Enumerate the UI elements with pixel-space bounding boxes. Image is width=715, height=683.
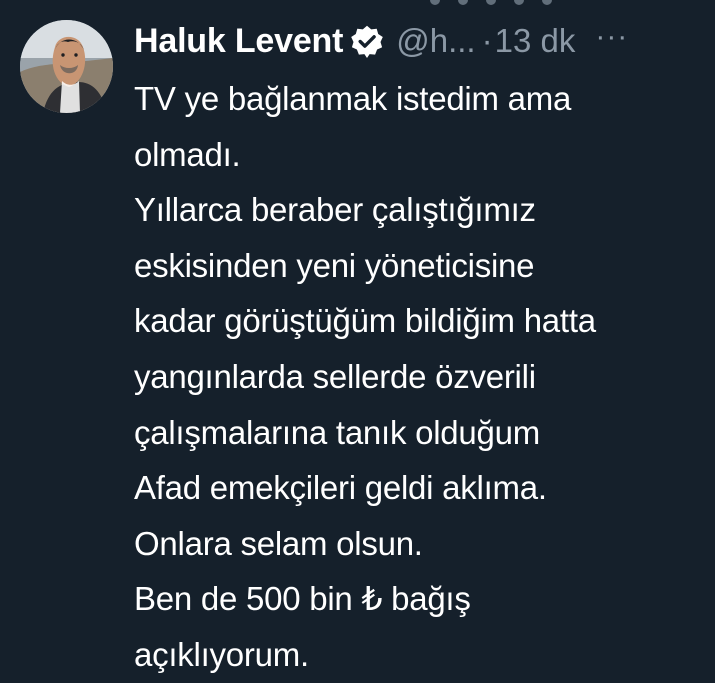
tweet-text: TV ye bağlanmak istedim ama olmadı. Yıll… — [134, 71, 694, 683]
tweet-text-line: yangınlarda sellerde özverili — [134, 357, 536, 395]
verified-badge-icon — [350, 24, 384, 58]
tweet[interactable]: Haluk Levent @h... · 13 dk ··· TV ye bağ… — [0, 0, 715, 677]
profile-photo — [20, 20, 113, 113]
more-options-icon[interactable]: ··· — [595, 22, 628, 52]
tweet-text-line: açıklıyorum. — [134, 635, 309, 673]
tweet-text-line: eskisinden yeni yöneticisine — [134, 246, 535, 284]
username-handle[interactable]: @h... — [396, 22, 475, 60]
avatar[interactable] — [20, 20, 113, 113]
display-name[interactable]: Haluk Levent — [134, 22, 343, 61]
tweet-text-line: Yıllarca beraber çalıştığımız — [134, 191, 536, 229]
tweet-text-line: TV ye bağlanmak istedim ama — [134, 80, 572, 117]
tweet-text-line: Afad emekçileri geldi aklıma. — [134, 469, 547, 507]
tweet-text-line: olmadı. — [134, 135, 241, 173]
tweet-text-line: kadar görüştüğüm bildiğim hatta — [134, 302, 596, 340]
timestamp[interactable]: 13 dk — [495, 22, 576, 60]
tweet-header: Haluk Levent @h... · 13 dk ··· — [134, 15, 699, 67]
tweet-text-line: Ben de 500 bin ₺ bağış — [134, 580, 471, 618]
meta-separator: · — [481, 22, 493, 59]
tweet-text-line: çalışmalarına tanık olduğum — [134, 413, 540, 451]
tweet-text-line: Onlara selam olsun. — [134, 524, 423, 562]
